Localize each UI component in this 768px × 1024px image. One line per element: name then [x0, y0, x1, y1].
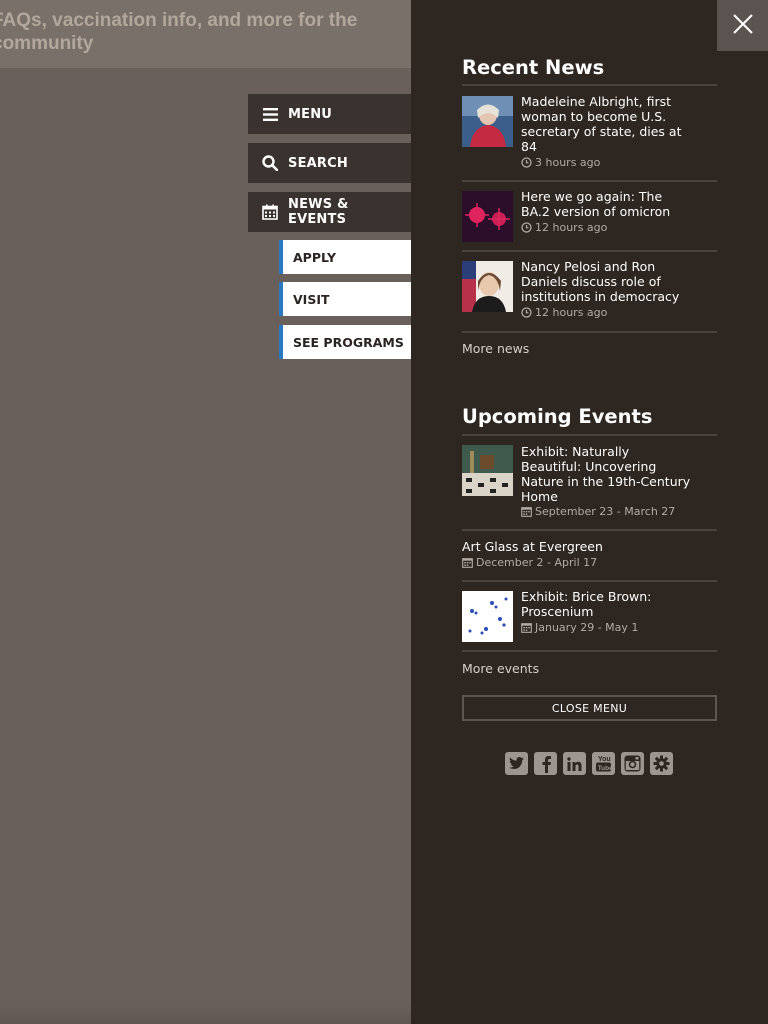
- see-programs-button-label: SEE PROGRAMS: [293, 334, 404, 350]
- event-title-link[interactable]: Art Glass at Evergreen: [462, 539, 712, 554]
- settings-icon[interactable]: [650, 752, 673, 775]
- visit-button[interactable]: VISIT: [279, 282, 411, 316]
- divider: [462, 434, 717, 436]
- event-date-text: September 23 - March 27: [535, 505, 676, 518]
- instagram-icon[interactable]: [621, 752, 644, 775]
- background-banner: FAQs, vaccination info, and more for the…: [0, 0, 411, 68]
- divider: [462, 650, 717, 652]
- close-menu-label: CLOSE MENU: [551, 701, 628, 715]
- clock-icon: [521, 222, 532, 233]
- event-date-text: January 29 - May 1: [535, 621, 639, 634]
- divider: [462, 84, 717, 86]
- news-thumbnail[interactable]: [462, 261, 513, 312]
- divider: [462, 250, 717, 252]
- divider: [462, 331, 717, 333]
- news-time-text: 3 hours ago: [535, 156, 601, 169]
- news-title-link[interactable]: Nancy Pelosi and Ron Daniels discuss rol…: [521, 259, 691, 304]
- visit-button-label: VISIT: [293, 291, 330, 307]
- more-news-link[interactable]: More news: [462, 341, 529, 356]
- hamburger-icon: [262, 106, 278, 122]
- close-menu-button[interactable]: CLOSE MENU: [462, 695, 717, 721]
- linkedin-icon[interactable]: [563, 752, 586, 775]
- news-title-link[interactable]: Here we go again: The BA.2 version of om…: [521, 189, 691, 219]
- news-title-link[interactable]: Madeleine Albright, first woman to becom…: [521, 94, 691, 154]
- youtube-icon[interactable]: You Tube: [592, 752, 615, 775]
- close-icon: [732, 13, 754, 39]
- event-thumbnail[interactable]: [462, 445, 513, 496]
- event-title-link[interactable]: Exhibit: Brice Brown: Proscenium: [521, 589, 691, 619]
- close-panel-button[interactable]: [717, 0, 768, 51]
- event-date-text: December 2 - April 17: [476, 556, 598, 569]
- facebook-icon[interactable]: [534, 752, 557, 775]
- background-bottom: [0, 1004, 411, 1024]
- news-thumbnail[interactable]: [462, 96, 513, 147]
- news-time-text: 12 hours ago: [535, 221, 608, 234]
- menu-button-label: MENU: [288, 106, 333, 122]
- news-events-button-label: NEWS & EVENTS: [288, 197, 349, 227]
- news-events-button[interactable]: NEWS & EVENTS: [248, 192, 411, 232]
- clock-icon: [521, 307, 532, 318]
- search-button-label: SEARCH: [288, 155, 348, 171]
- news-time-text: 12 hours ago: [535, 306, 608, 319]
- apply-button[interactable]: APPLY: [279, 240, 411, 274]
- svg-text:Tube: Tube: [598, 765, 612, 772]
- event-thumbnail[interactable]: [462, 591, 513, 642]
- apply-button-label: APPLY: [293, 249, 337, 265]
- divider: [462, 529, 717, 531]
- divider: [462, 580, 717, 582]
- twitter-icon[interactable]: [505, 752, 528, 775]
- search-icon: [262, 155, 278, 171]
- calendar-icon: [262, 204, 278, 220]
- calendar-icon: [521, 622, 532, 633]
- calendar-icon: [462, 557, 473, 568]
- search-button[interactable]: SEARCH: [248, 143, 411, 183]
- recent-news-heading: Recent News: [462, 56, 605, 79]
- event-date: January 29 - May 1: [521, 621, 638, 634]
- menu-button[interactable]: MENU: [248, 94, 411, 134]
- upcoming-events-heading: Upcoming Events: [462, 405, 653, 428]
- news-timestamp: 12 hours ago: [521, 306, 607, 319]
- svg-text:You: You: [598, 756, 611, 763]
- event-date: December 2 - April 17: [462, 556, 597, 569]
- background-banner-text: FAQs, vaccination info, and more for the…: [0, 10, 358, 54]
- news-timestamp: 3 hours ago: [521, 156, 600, 169]
- news-timestamp: 12 hours ago: [521, 221, 607, 234]
- calendar-icon: [521, 506, 532, 517]
- see-programs-button[interactable]: SEE PROGRAMS: [279, 325, 411, 359]
- news-thumbnail[interactable]: [462, 191, 513, 242]
- clock-icon: [521, 157, 532, 168]
- event-date: September 23 - March 27: [521, 505, 675, 518]
- more-events-link[interactable]: More events: [462, 661, 539, 676]
- event-title-link[interactable]: Exhibit: Naturally Beautiful: Uncovering…: [521, 444, 691, 504]
- divider: [462, 180, 717, 182]
